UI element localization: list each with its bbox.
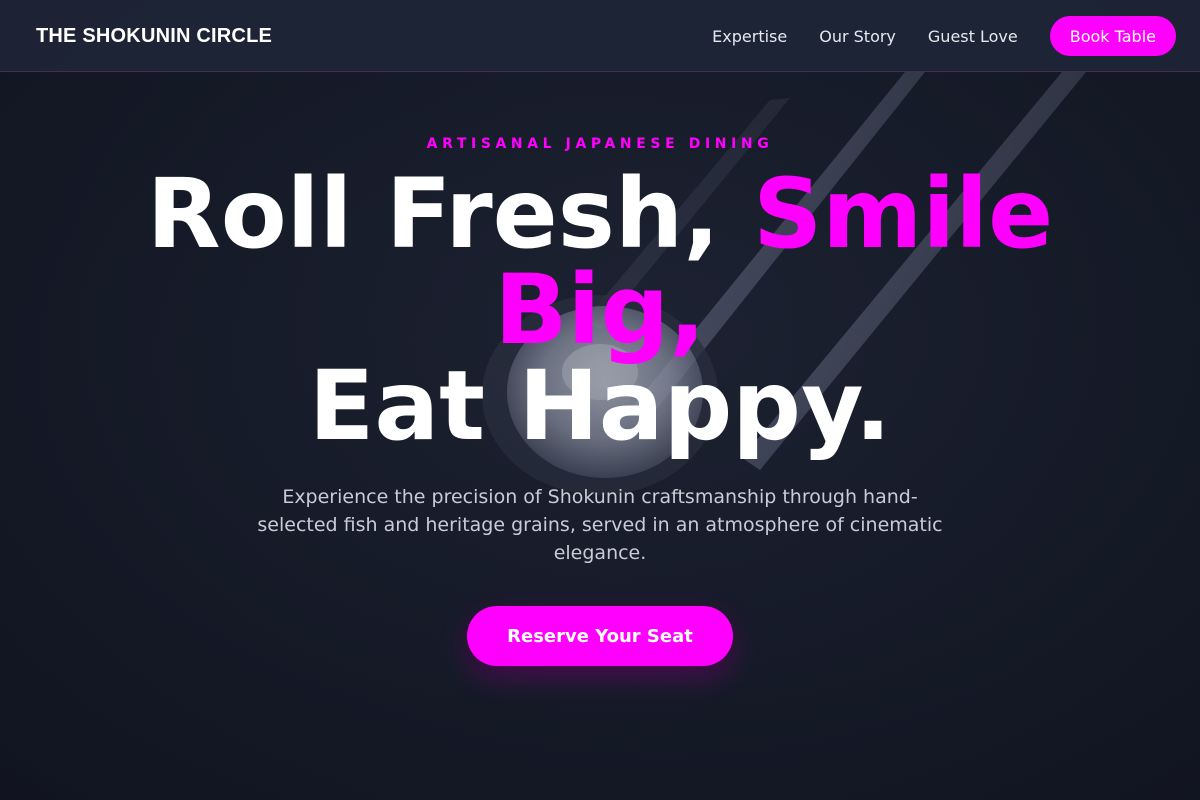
hero-eyebrow: ARTISANAL JAPANESE DINING — [426, 136, 774, 152]
headline-part-2: Eat Happy. — [308, 350, 892, 462]
nav-link-our-story[interactable]: Our Story — [819, 27, 896, 46]
book-table-button[interactable]: Book Table — [1049, 16, 1176, 56]
hero-headline: Roll Fresh, Smile Big, Eat Happy. — [100, 166, 1100, 454]
nav-link-guest-love[interactable]: Guest Love — [928, 27, 1018, 46]
nav-links: Expertise Our Story Guest Love Book Tabl… — [712, 16, 1176, 56]
reserve-seat-button[interactable]: Reserve Your Seat — [467, 606, 733, 666]
nav-link-expertise[interactable]: Expertise — [712, 27, 787, 46]
hero-subtitle: Experience the precision of Shokunin cra… — [257, 486, 943, 564]
navbar: THE SHOKUNIN CIRCLE Expertise Our Story … — [0, 0, 1200, 72]
brand-logo[interactable]: THE SHOKUNIN CIRCLE — [36, 24, 272, 48]
page: THE SHOKUNIN CIRCLE Expertise Our Story … — [0, 0, 1200, 800]
